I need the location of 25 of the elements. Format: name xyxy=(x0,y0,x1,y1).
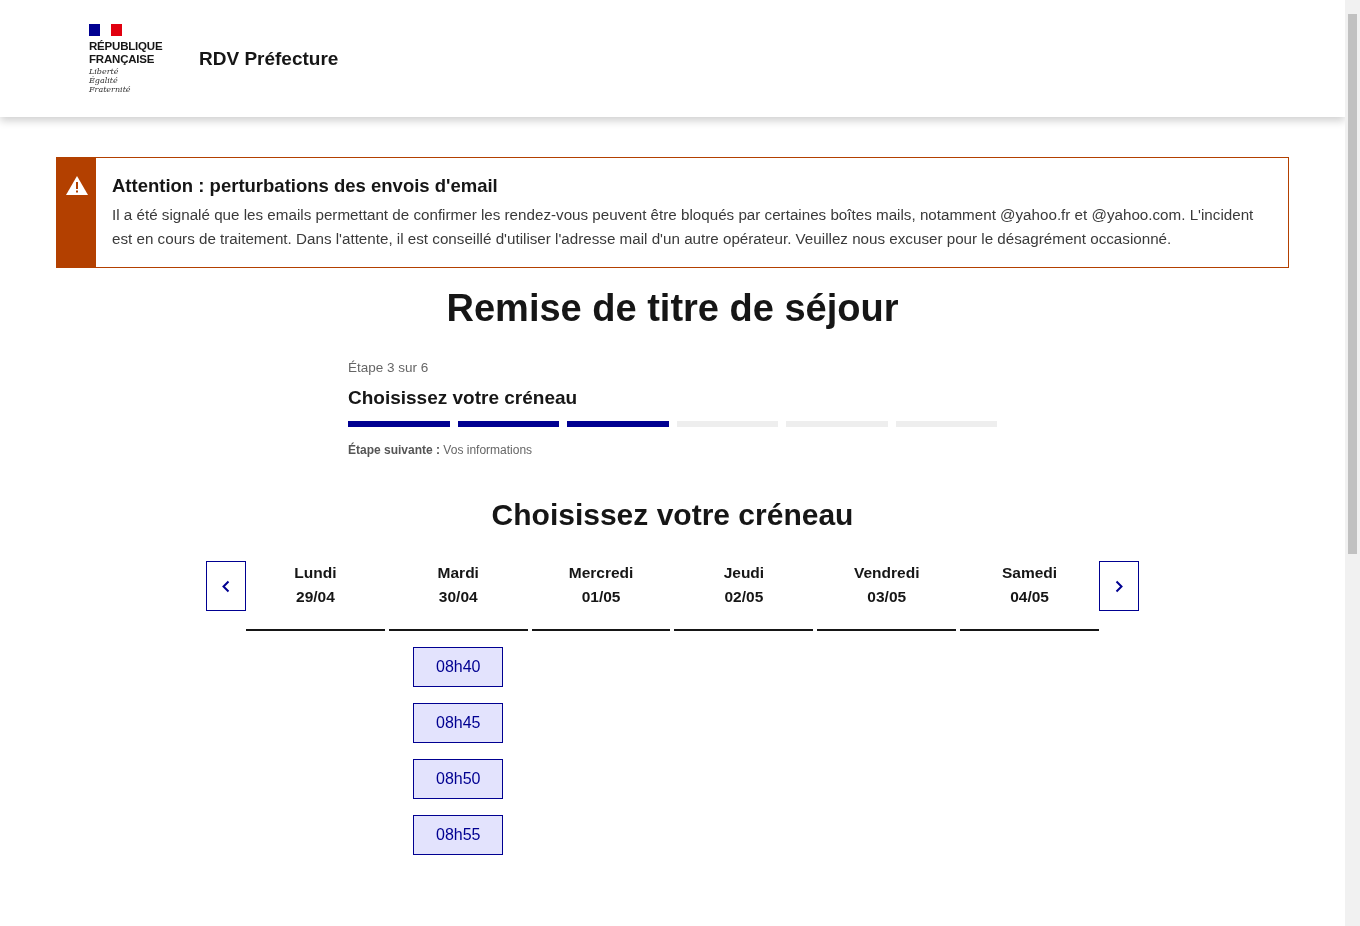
flag-icon xyxy=(89,23,122,36)
section-title: Choisissez votre créneau xyxy=(490,497,855,533)
alert-message: Il a été signalé que les emails permettant de confirmer les rendez-vous peuvent être bloqués par certaines boîtes mails, notamment @yahoo.fr et @yahoo.com. L'incident est en cours de traitement. Dans l'attente, il est conseillé d'utiliser l'adresse mail d'un autre opérateur. Veuillez nous excuser pour le désagrément occasionné. xyxy=(112,205,1255,249)
time-slot-button[interactable]: 08h45 xyxy=(413,703,504,743)
day-header: Jeudi 02/05 xyxy=(674,561,814,631)
time-slot-button[interactable]: 08h55 xyxy=(413,815,504,855)
next-step-text: Étape suivante : Vos informations xyxy=(348,443,534,457)
chevron-left-icon xyxy=(222,579,230,593)
time-slot-button[interactable]: 08h40 xyxy=(413,647,504,687)
logo-text: RÉPUBLIQUE FRANÇAISE xyxy=(89,39,164,66)
time-slot-button[interactable]: 08h50 xyxy=(413,759,504,799)
day-header: Mercredi 01/05 xyxy=(531,561,671,631)
chevron-right-icon xyxy=(1115,579,1123,593)
previous-week-button[interactable] xyxy=(206,561,246,611)
day-header: Lundi 29/04 xyxy=(246,561,385,631)
page-title: Remise de titre de séjour xyxy=(445,286,900,331)
warning-icon xyxy=(65,176,88,195)
step-title: Choisissez votre créneau xyxy=(348,387,579,409)
day-header: Vendredi 03/05 xyxy=(817,561,957,631)
motto-text: Liberté Égalité Fraternité xyxy=(89,66,132,94)
day-header: Mardi 30/04 xyxy=(388,561,528,631)
alert-title: Attention : perturbations des envois d'email xyxy=(112,175,499,197)
service-name[interactable]: RDV Préfecture xyxy=(199,47,339,70)
next-week-button[interactable] xyxy=(1099,561,1139,611)
step-counter: Étape 3 sur 6 xyxy=(348,360,430,375)
